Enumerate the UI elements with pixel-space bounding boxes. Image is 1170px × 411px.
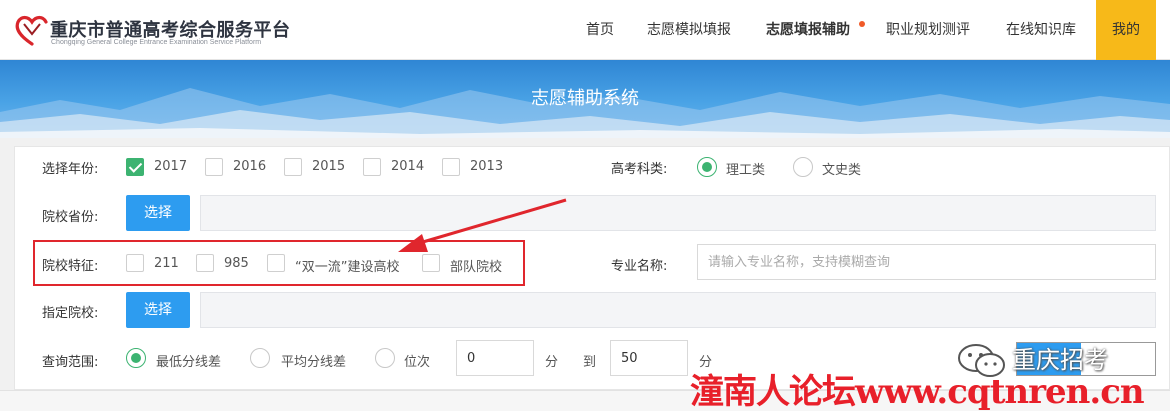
range-label: 查询范围: <box>42 355 99 370</box>
page: 重庆市普通高考综合服务平台 Chongqing General College … <box>0 0 1170 411</box>
subject-arts-label: 文史类 <box>822 163 862 178</box>
college-select-button[interactable]: 选择 <box>126 292 190 328</box>
year-2017-checkbox[interactable] <box>126 158 144 176</box>
year-label: 选择年份: <box>42 162 99 177</box>
subject-label: 高考科类: <box>611 162 668 177</box>
major-label: 专业名称: <box>611 259 668 274</box>
forum-watermark: 潼南人论坛www.cqtnren.cn <box>690 372 1145 411</box>
banner: 志愿辅助系统 <box>0 60 1170 138</box>
range-rank-radio[interactable] <box>375 348 395 368</box>
year-2015-checkbox[interactable] <box>284 158 302 176</box>
range-to-input[interactable] <box>610 340 688 376</box>
nav-mock-application[interactable]: 志愿模拟填报 <box>647 0 731 60</box>
nav-application-assist-label: 志愿填报辅助 <box>766 22 850 38</box>
year-2017-label: 2017 <box>154 159 188 174</box>
range-rank-label: 位次 <box>404 355 431 370</box>
range-avg-diff-label: 平均分线差 <box>281 355 347 370</box>
range-to-label: 到 <box>583 355 597 370</box>
annotation-arrow-icon <box>398 198 567 252</box>
logo-heart-icon <box>15 15 48 46</box>
province-select-button[interactable]: 选择 <box>126 195 190 231</box>
year-2014-label: 2014 <box>391 159 425 174</box>
college-label: 指定院校: <box>42 306 99 321</box>
subject-science-label: 理工类 <box>726 163 766 178</box>
year-2016-label: 2016 <box>233 159 267 174</box>
notification-dot <box>859 21 865 27</box>
range-unit-from: 分 <box>545 355 559 370</box>
nav-knowledge-base[interactable]: 在线知识库 <box>1006 0 1076 60</box>
subject-science-radio[interactable] <box>697 157 717 177</box>
nav-home[interactable]: 首页 <box>586 0 614 60</box>
year-2014-checkbox[interactable] <box>363 158 381 176</box>
banner-title: 志愿辅助系统 <box>531 88 639 109</box>
major-search-input[interactable] <box>697 244 1156 280</box>
year-2016-checkbox[interactable] <box>205 158 223 176</box>
province-label: 院校省份: <box>42 210 99 225</box>
nav-application-assist[interactable]: 志愿填报辅助 <box>766 0 865 60</box>
nav-career-assessment[interactable]: 职业规划测评 <box>886 0 970 60</box>
college-selected-field[interactable] <box>200 292 1156 328</box>
year-2013-checkbox[interactable] <box>442 158 460 176</box>
year-2015-label: 2015 <box>312 159 346 174</box>
top-header: 重庆市普通高考综合服务平台 Chongqing General College … <box>0 0 1170 60</box>
subject-arts-radio[interactable] <box>793 157 813 177</box>
range-from-input[interactable] <box>456 340 534 376</box>
range-min-diff-label: 最低分线差 <box>156 355 222 370</box>
range-avg-diff-radio[interactable] <box>250 348 270 368</box>
site-logo[interactable]: 重庆市普通高考综合服务平台 Chongqing General College … <box>14 12 314 52</box>
province-selected-field[interactable] <box>200 195 1156 231</box>
nav-mine[interactable]: 我的 <box>1096 0 1156 60</box>
year-2013-label: 2013 <box>470 159 504 174</box>
range-min-diff-radio[interactable] <box>126 348 146 368</box>
logo-subtitle: Chongqing General College Entrance Exami… <box>51 39 262 46</box>
